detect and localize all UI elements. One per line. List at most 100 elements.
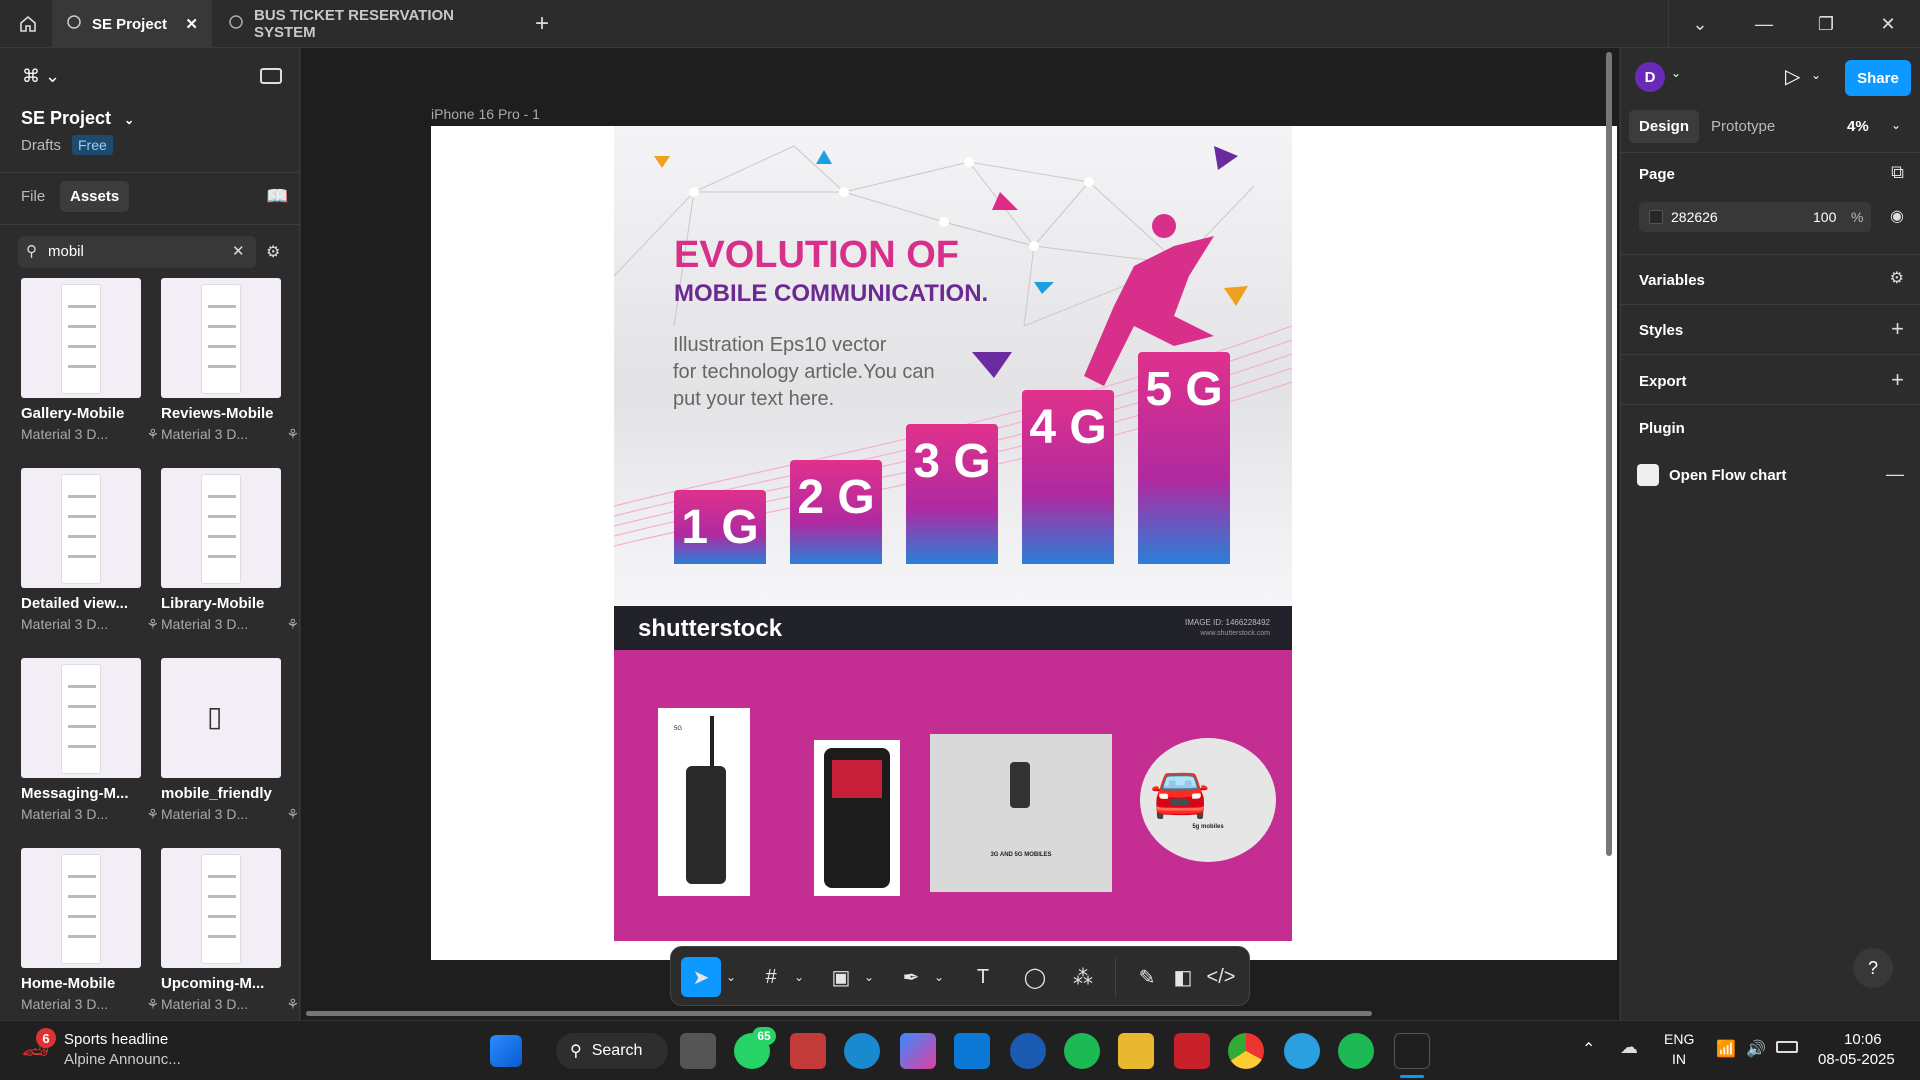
library-book-icon[interactable]: 📖	[266, 186, 288, 207]
task-view-icon[interactable]	[680, 1033, 716, 1069]
tab-se-project[interactable]: SE Project ✕	[52, 0, 212, 48]
chevron-down-icon[interactable]: ⌄	[1671, 66, 1681, 80]
dev-mode-icon[interactable]: </>	[1201, 957, 1241, 997]
pen-tool-icon[interactable]: ✒	[891, 957, 931, 997]
close-window-icon[interactable]: ✕	[1860, 0, 1916, 48]
mobiles-card[interactable]: 3G AND 5G MOBILES	[930, 734, 1112, 892]
tab-design[interactable]: Design	[1629, 110, 1700, 143]
mobiles-circle-card[interactable]: 🚘 5g mobiles	[1140, 738, 1276, 862]
move-tool-icon[interactable]: ➤	[681, 957, 721, 997]
resources-tool-icon[interactable]: ⁂	[1063, 957, 1103, 997]
share-button[interactable]: Share	[1845, 60, 1911, 96]
home-icon[interactable]	[0, 0, 56, 48]
asset-card[interactable]: Home-Mobile Material 3 D... ⚘	[21, 848, 159, 1013]
page-opacity[interactable]: 100	[1813, 209, 1836, 225]
tab-file[interactable]: File	[21, 188, 45, 205]
page-color-field[interactable]: 282626 100 %	[1639, 202, 1871, 232]
visibility-eye-icon[interactable]: ◉	[1890, 206, 1904, 226]
volume-icon[interactable]: 🔊	[1746, 1039, 1766, 1059]
remove-plugin-icon[interactable]: —	[1886, 464, 1904, 485]
figma-icon[interactable]	[1394, 1033, 1430, 1069]
restore-icon[interactable]: ❐	[1798, 0, 1854, 48]
asset-thumbnail	[161, 468, 281, 588]
chevron-down-icon[interactable]: ⌄	[789, 957, 809, 997]
spotify-icon[interactable]	[1338, 1033, 1374, 1069]
plugin-open-flow-chart[interactable]: Open Flow chart	[1669, 467, 1787, 484]
snipping-tool-icon[interactable]	[790, 1033, 826, 1069]
add-tab-icon[interactable]: +	[514, 0, 570, 48]
chevron-down-icon[interactable]: ⌄	[1811, 68, 1821, 82]
frame-label[interactable]: iPhone 16 Pro - 1	[431, 106, 540, 122]
sidebar-toggle-icon[interactable]	[260, 68, 282, 84]
drafts-label[interactable]: Drafts	[21, 137, 61, 154]
asset-card[interactable]: Upcoming-M... Material 3 D... ⚘	[161, 848, 299, 1013]
store-icon[interactable]	[954, 1033, 990, 1069]
horizontal-scrollbar[interactable]	[306, 1011, 1372, 1016]
search-field[interactable]: ⚲ mobil ✕	[18, 236, 256, 268]
image-tool-icon[interactable]: ▣	[821, 957, 861, 997]
chrome-icon[interactable]	[1228, 1033, 1264, 1069]
asset-library: Material 3 D...	[21, 996, 109, 1012]
news-title[interactable]: Sports headline	[64, 1031, 168, 1048]
design-mode-icon[interactable]: ◧	[1163, 957, 1203, 997]
feature-phone-card[interactable]	[814, 740, 900, 896]
wifi-icon[interactable]: 📶	[1716, 1039, 1736, 1059]
spotify-icon[interactable]	[1064, 1033, 1100, 1069]
add-style-icon[interactable]: +	[1891, 316, 1904, 342]
comment-tool-icon[interactable]: ◯	[1015, 957, 1055, 997]
language-region[interactable]: IN	[1672, 1051, 1686, 1067]
asset-card[interactable]: Detailed view... Material 3 D... ⚘	[21, 468, 159, 633]
asset-card[interactable]: Reviews-Mobile Material 3 D... ⚘	[161, 278, 299, 443]
clock-time[interactable]: 10:06	[1844, 1031, 1882, 1048]
asset-card[interactable]: Library-Mobile Material 3 D... ⚘	[161, 468, 299, 633]
minimize-icon[interactable]: —	[1736, 0, 1792, 48]
present-play-icon[interactable]: ▷	[1785, 64, 1800, 89]
dell-icon[interactable]	[1010, 1033, 1046, 1069]
chevron-down-icon[interactable]: ⌄	[1891, 118, 1901, 132]
chevron-down-icon[interactable]: ⌄	[721, 957, 741, 997]
help-icon[interactable]: ?	[1853, 948, 1893, 988]
asset-card[interactable]: ▯ mobile_friendly Material 3 D... ⚘	[161, 658, 299, 823]
main-menu-icon[interactable]: ⌘ ⌄	[22, 66, 60, 87]
tab-prototype[interactable]: Prototype	[1711, 118, 1775, 135]
windows-start-icon[interactable]	[490, 1035, 522, 1067]
draw-mode-icon[interactable]: ✎	[1127, 957, 1167, 997]
avatar[interactable]: D	[1635, 62, 1665, 92]
clock-date[interactable]: 08-05-2025	[1818, 1051, 1895, 1068]
close-icon[interactable]: ✕	[185, 15, 198, 33]
add-export-icon[interactable]: +	[1891, 367, 1904, 393]
language-code[interactable]: ENG	[1664, 1031, 1694, 1047]
frame-tool-icon[interactable]: #	[751, 957, 791, 997]
vertical-scrollbar[interactable]	[1606, 52, 1612, 856]
copilot-icon[interactable]	[900, 1033, 936, 1069]
poster-image[interactable]: EVOLUTION OF MOBILE COMMUNICATION. Illus…	[614, 126, 1292, 606]
search-input[interactable]: mobil	[48, 243, 84, 260]
clear-search-icon[interactable]: ✕	[232, 242, 245, 260]
tab-bus-ticket[interactable]: BUS TICKET RESERVATION SYSTEM	[214, 0, 514, 48]
mcafee-icon[interactable]	[1174, 1033, 1210, 1069]
project-title[interactable]: SE Project ⌄	[21, 108, 134, 129]
chevron-down-icon[interactable]: ⌄	[859, 957, 879, 997]
walkie-talkie-card[interactable]: 5G	[658, 708, 750, 896]
asset-card[interactable]: Gallery-Mobile Material 3 D... ⚘	[21, 278, 159, 443]
zoom-level[interactable]: 4%	[1847, 118, 1869, 135]
variables-settings-icon[interactable]: ⚙	[1890, 268, 1904, 288]
file-explorer-icon[interactable]	[1118, 1033, 1154, 1069]
tab-assets[interactable]: Assets	[60, 181, 130, 212]
edge-icon[interactable]	[844, 1033, 880, 1069]
color-swatch[interactable]	[1649, 210, 1663, 224]
page-settings-icon[interactable]: ⧉	[1891, 162, 1904, 183]
battery-icon[interactable]	[1776, 1041, 1798, 1053]
taskbar-search[interactable]: ⚲ Search	[556, 1033, 668, 1069]
text-tool-icon[interactable]: T	[963, 957, 1003, 997]
chevron-down-icon[interactable]: ⌄	[929, 957, 949, 997]
telegram-icon[interactable]	[1284, 1033, 1320, 1069]
chevron-down-icon[interactable]: ⌄	[1672, 0, 1728, 48]
asset-card[interactable]: Messaging-M... Material 3 D... ⚘	[21, 658, 159, 823]
page-color-hex[interactable]: 282626	[1671, 209, 1718, 225]
news-subtitle[interactable]: Alpine Announc...	[64, 1051, 181, 1068]
cloud-icon[interactable]: ☁	[1620, 1037, 1638, 1058]
magenta-panel[interactable]: 5G 3G AND 5G MOBILES 🚘 5g mobiles	[614, 650, 1292, 941]
chevron-up-icon[interactable]: ⌃	[1582, 1039, 1595, 1059]
filter-settings-icon[interactable]: ⚙	[266, 242, 280, 262]
